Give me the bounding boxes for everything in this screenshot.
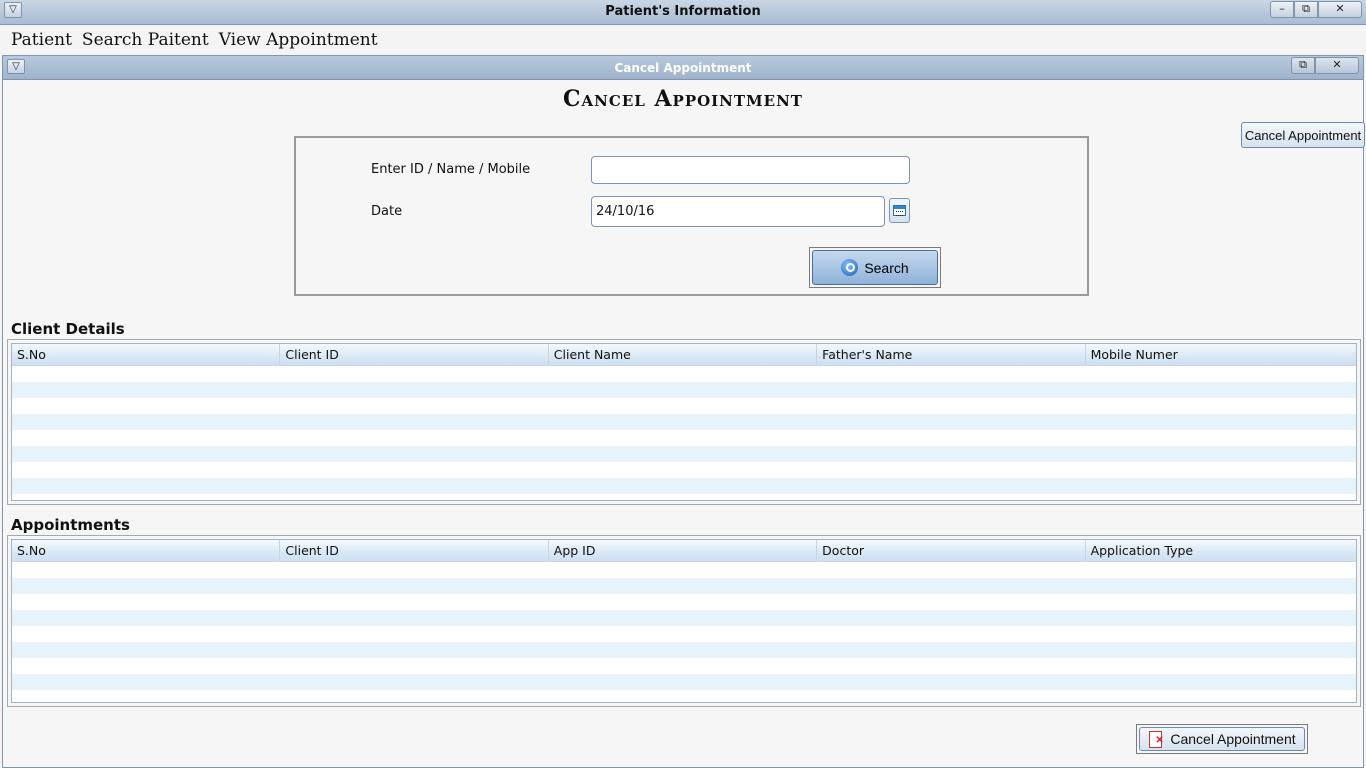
calendar-button[interactable] [889, 198, 910, 223]
table-row [12, 594, 1356, 610]
table-row [12, 462, 1356, 478]
id-name-mobile-input[interactable] [591, 156, 910, 184]
col-app-id[interactable]: App ID [549, 540, 818, 561]
menu-bar: Patient Search Paitent View Appointment [0, 26, 1366, 54]
table-row [12, 430, 1356, 446]
window-controls: – ⧉ ✕ [1270, 1, 1362, 20]
maximize-icon[interactable]: ⧉ [1294, 1, 1318, 18]
cancel-appointment-bottom-label: Cancel Appointment [1170, 731, 1296, 747]
search-button-label: Search [864, 259, 909, 276]
table-row [12, 366, 1356, 382]
client-details-header: S.No Client ID Client Name Father's Name… [12, 344, 1356, 366]
id-label: Enter ID / Name / Mobile [371, 162, 531, 177]
date-input[interactable] [591, 196, 885, 227]
close-icon[interactable]: ✕ [1318, 1, 1362, 18]
col-sno[interactable]: S.No [12, 344, 281, 365]
cancel-appointment-top-button[interactable]: Cancel Appointment [1241, 122, 1365, 148]
window-titlebar: ▽ Patient's Information – ⧉ ✕ [0, 0, 1366, 25]
col-application-type[interactable]: Application Type [1086, 540, 1354, 561]
appointments-grid: S.No Client ID App ID Doctor Application… [11, 539, 1357, 703]
delete-document-icon [1148, 730, 1164, 748]
cancel-appointment-bottom-wrap: Cancel Appointment [1136, 724, 1308, 754]
search-button[interactable]: Search [812, 250, 938, 285]
table-row [12, 562, 1356, 578]
table-row [12, 610, 1356, 626]
table-row [12, 398, 1356, 414]
minimize-icon[interactable]: – [1270, 1, 1294, 18]
col-fathers-name[interactable]: Father's Name [817, 344, 1086, 365]
calendar-icon [893, 205, 906, 216]
table-row [12, 690, 1356, 702]
table-row [12, 578, 1356, 594]
page-title: Cancel Appointment [563, 86, 803, 112]
table-row [12, 478, 1356, 494]
date-label: Date [371, 204, 403, 219]
appointments-title: Appointments [11, 516, 130, 534]
table-row [12, 382, 1356, 398]
col-mobile[interactable]: Mobile Numer [1086, 344, 1354, 365]
inner-maximize-icon[interactable]: ⧉ [1291, 57, 1315, 74]
appointments-body [12, 562, 1356, 702]
table-row [12, 414, 1356, 430]
inner-close-icon[interactable]: ✕ [1315, 57, 1359, 74]
col-sno[interactable]: S.No [12, 540, 281, 561]
table-row [12, 626, 1356, 642]
col-client-id[interactable]: Client ID [280, 540, 549, 561]
client-details-table: S.No Client ID Client Name Father's Name… [7, 339, 1361, 505]
inner-titlebar: ▽ Cancel Appointment ⧉ ✕ [3, 56, 1363, 80]
search-icon [841, 259, 859, 276]
inner-controls: ⧉ ✕ [1291, 57, 1359, 74]
client-details-body [12, 366, 1356, 494]
col-doctor[interactable]: Doctor [817, 540, 1086, 561]
menu-search-patient[interactable]: Search Paitent [77, 30, 214, 50]
search-panel: Enter ID / Name / Mobile Date Search [294, 136, 1089, 296]
inner-title: Cancel Appointment [614, 61, 752, 75]
menu-view-appointment[interactable]: View Appointment [214, 30, 383, 50]
cancel-appointment-bottom-button[interactable]: Cancel Appointment [1139, 727, 1305, 751]
appointments-table: S.No Client ID App ID Doctor Application… [7, 535, 1361, 707]
cancel-appointment-frame: ▽ Cancel Appointment ⧉ ✕ Cancel Appointm… [2, 55, 1365, 768]
client-details-grid: S.No Client ID Client Name Father's Name… [11, 343, 1357, 501]
table-row [12, 446, 1356, 462]
table-row [12, 642, 1356, 658]
window-title: Patient's Information [605, 4, 761, 19]
table-row [12, 658, 1356, 674]
col-client-name[interactable]: Client Name [549, 344, 818, 365]
table-row [12, 674, 1356, 690]
search-button-wrap: Search [809, 247, 941, 288]
menu-patient[interactable]: Patient [6, 30, 77, 50]
col-client-id[interactable]: Client ID [280, 344, 549, 365]
client-details-title: Client Details [11, 320, 125, 338]
appointments-header: S.No Client ID App ID Doctor Application… [12, 540, 1356, 562]
